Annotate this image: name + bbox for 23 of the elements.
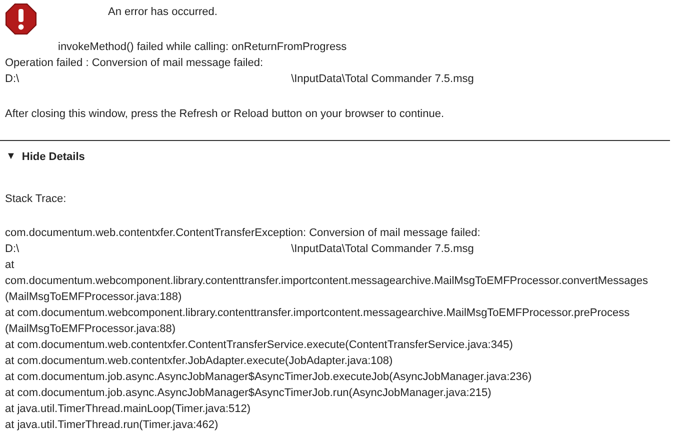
file-path-text: \InputData\Total Commander 7.5.msg <box>291 72 474 87</box>
operation-message: Operation failed : Conversion of mail message failed: <box>5 56 264 71</box>
stack-trace-line: at com.documentum.job.async.AsyncJobManager$AsyncTimerJob.executeJob(AsyncJobManager.java:236) <box>5 370 533 385</box>
stack-trace-line: at com.documentum.webcomponent.library.contenttransfer.importcontent.messagearchive.MailMsgToEMFProcessor.preProcess <box>5 306 631 321</box>
error-message: invokeMethod() failed while calling: onReturnFromProgress <box>58 40 348 55</box>
drive-path-text: D:\ <box>5 72 20 87</box>
stack-trace-line: at java.util.TimerThread.run(Timer.java:462) <box>5 418 220 433</box>
file-path-text: \InputData\Total Commander 7.5.msg <box>291 242 474 257</box>
stack-trace-line: at com.documentum.job.async.AsyncJobManager$AsyncTimerJob.run(AsyncJobManager.java:215) <box>5 386 492 401</box>
instruction-text: After closing this window, press the Refresh or Reload button on your browser to continue. <box>5 107 446 122</box>
stack-trace-line: at com.documentum.web.contentxfer.ContentTransferService.execute(ContentTransferService.java:345) <box>5 338 514 353</box>
stack-trace-line: at <box>5 258 16 273</box>
drive-path-text: D:\ <box>5 242 20 257</box>
stack-trace-line: at com.documentum.web.contentxfer.JobAdapter.execute(JobAdapter.java:108) <box>5 354 394 369</box>
stack-trace-line: (MailMsgToEMFProcessor.java:188) <box>5 290 183 305</box>
hide-details-toggle[interactable]: ▼ Hide Details <box>6 149 85 165</box>
stack-trace-line: (MailMsgToEMFProcessor.java:88) <box>5 322 177 337</box>
stack-trace-line: at java.util.TimerThread.mainLoop(Timer.java:512) <box>5 402 252 417</box>
error-title: An error has occurred. <box>108 5 218 20</box>
stack-trace-line: com.documentum.web.contentxfer.ContentTransferException: Conversion of mail message failed: <box>5 226 482 241</box>
stack-trace-line: com.documentum.webcomponent.library.contenttransfer.importcontent.messagearchive.MailMsgToEMFProcessor.convertMessages <box>5 274 649 289</box>
error-icon <box>5 3 37 35</box>
stack-trace-heading: Stack Trace: <box>5 192 68 207</box>
